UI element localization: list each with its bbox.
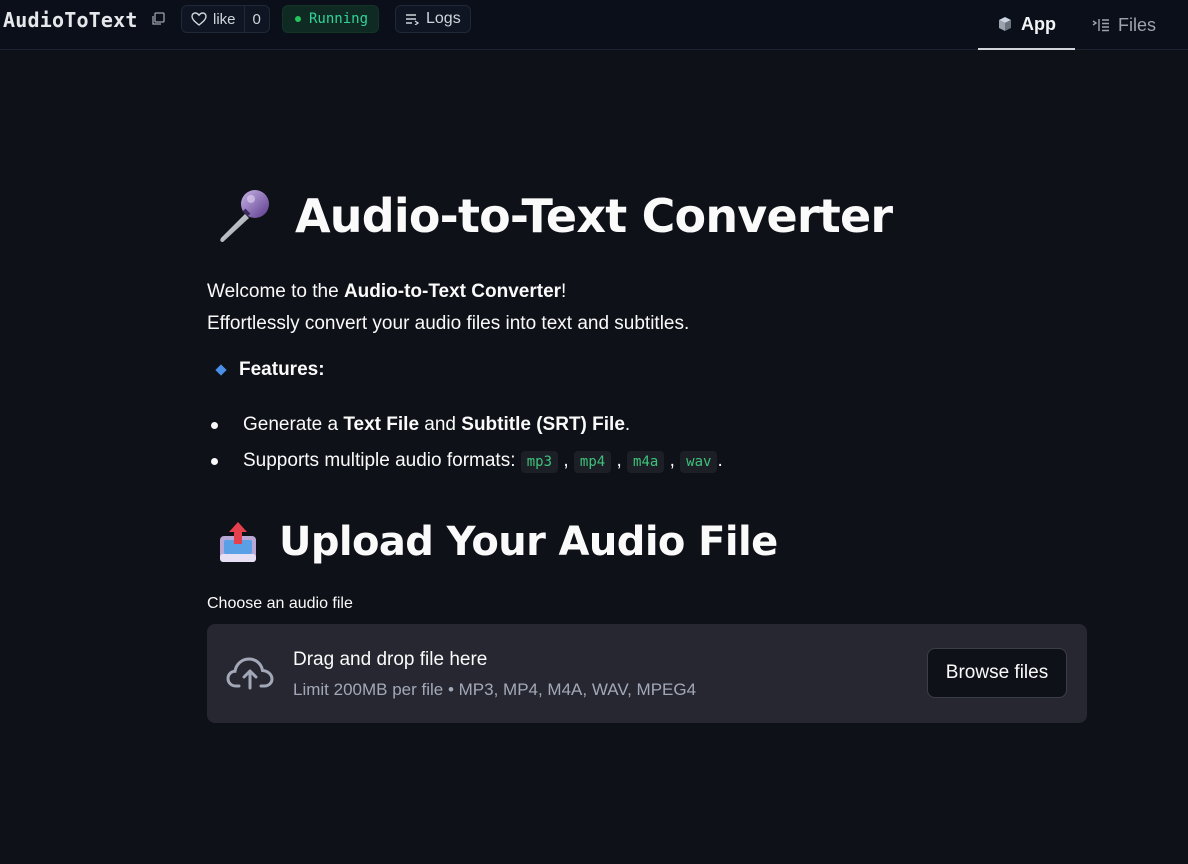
like-count: 0	[252, 10, 261, 28]
format-mp4: mp4	[573, 451, 612, 473]
status-badge: Running	[282, 5, 380, 33]
logs-label: Logs	[426, 10, 461, 27]
bullet1-prefix: Generate a	[243, 414, 344, 435]
welcome-prefix: Welcome to the	[207, 281, 344, 302]
format-wav: wav	[680, 451, 718, 473]
bullet2-suffix: .	[717, 450, 723, 471]
bullet1-suffix: .	[624, 414, 631, 435]
tagline: Effortlessly convert your audio files in…	[207, 313, 690, 334]
heart-icon	[191, 12, 207, 26]
browse-files-button[interactable]: Browse files	[927, 648, 1067, 698]
like-group: like 0	[181, 5, 270, 33]
status-dot-icon	[295, 16, 301, 22]
list-item: Supports multiple audio formats: mp3 , m…	[207, 443, 723, 480]
format-separator: ,	[669, 450, 675, 471]
dropzone-limit-text: Limit 200MB per file • MP3, MP4, M4A, WA…	[293, 680, 697, 699]
features-label: Features:	[239, 359, 325, 380]
list-item: Generate a Text File and Subtitle (SRT) …	[207, 407, 723, 443]
bullet2-prefix: Supports multiple audio formats:	[243, 450, 521, 471]
logs-button[interactable]: Logs	[395, 5, 471, 33]
cloud-upload-icon	[226, 657, 274, 690]
like-button[interactable]: like	[182, 6, 245, 32]
tab-app[interactable]: App	[978, 0, 1075, 50]
file-dropzone[interactable]: Drag and drop file here Limit 200MB per …	[207, 624, 1087, 723]
bullet1-bold2: Subtitle (SRT) File	[461, 414, 625, 435]
logs-icon	[406, 14, 419, 25]
bullet1-middle: and	[419, 414, 462, 435]
cube-icon	[999, 17, 1011, 31]
blue-diamond-icon	[215, 364, 227, 376]
format-mp3: mp3	[520, 451, 559, 473]
format-separator: ,	[616, 450, 622, 471]
features-list: Generate a Text File and Subtitle (SRT) …	[207, 407, 723, 480]
title-row: Audio-to-Text Converter	[215, 188, 893, 244]
tab-files[interactable]: Files	[1092, 0, 1156, 50]
copy-icon[interactable]	[151, 12, 165, 26]
welcome-text: Welcome to the Audio-to-Text Converter! …	[207, 276, 689, 340]
tab-app-label: App	[1021, 13, 1056, 34]
top-bar: AudioToText like 0 Running Logs App File…	[0, 0, 1188, 50]
features-heading: Features:	[215, 359, 325, 381]
bullet1-bold1: Text File	[343, 414, 420, 435]
format-m4a: m4a	[627, 451, 665, 473]
tab-files-label: Files	[1118, 14, 1157, 35]
microphone-icon	[220, 190, 269, 242]
files-icon	[1092, 19, 1109, 32]
upload-title: Upload Your Audio File	[279, 519, 778, 565]
welcome-suffix: !	[561, 281, 567, 302]
upload-heading-row: Upload Your Audio File	[217, 518, 778, 566]
outbox-tray-icon	[220, 522, 256, 562]
welcome-bold: Audio-to-Text Converter	[343, 281, 562, 302]
page-title: Audio-to-Text Converter	[295, 189, 893, 243]
like-label: like	[213, 10, 236, 28]
welcome-line: Welcome to the Audio-to-Text Converter!	[207, 276, 689, 308]
format-separator: ,	[563, 450, 569, 471]
status-label: Running	[309, 11, 369, 27]
dropzone-title: Drag and drop file here	[293, 649, 488, 670]
app-name[interactable]: AudioToText	[3, 8, 138, 32]
file-uploader-label: Choose an audio file	[207, 595, 353, 612]
